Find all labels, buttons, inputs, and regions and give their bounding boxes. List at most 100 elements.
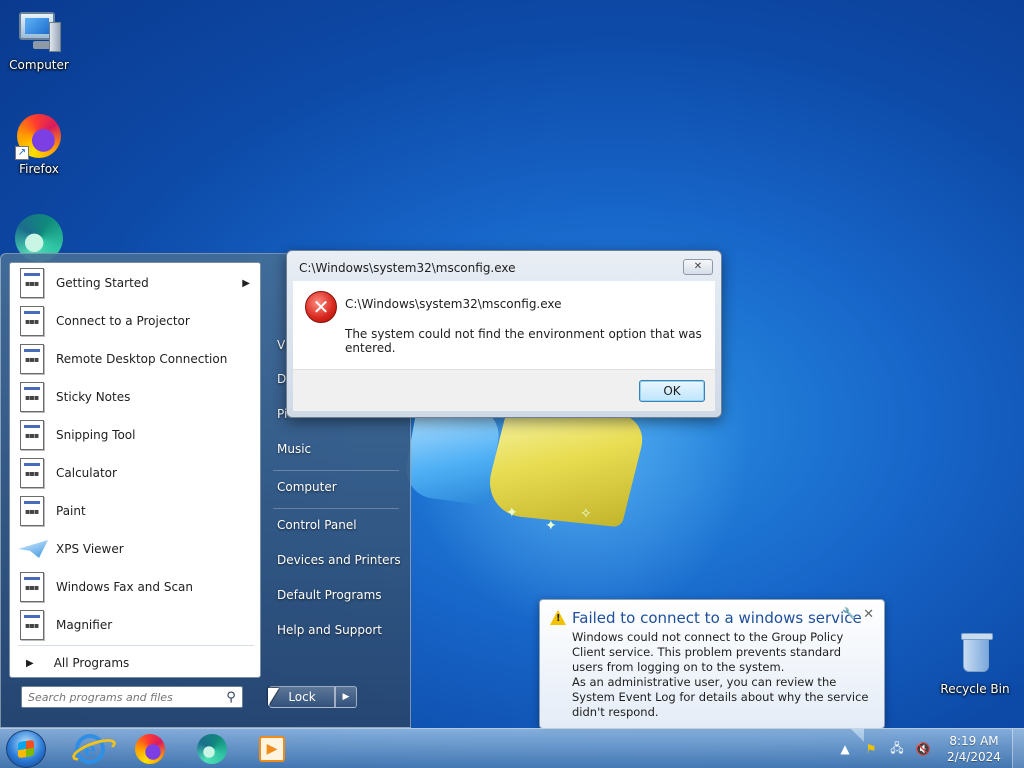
start-item-label: XPS Viewer [56, 542, 124, 556]
dialog-title: C:\Windows\system32\msconfig.exe [299, 261, 516, 275]
all-programs-label: All Programs [53, 656, 130, 670]
ok-button[interactable]: OK [639, 380, 705, 402]
show-desktop-button[interactable] [1012, 729, 1024, 768]
start-item-label: Calculator [56, 466, 117, 480]
taskbar-firefox[interactable] [122, 731, 178, 767]
submenu-arrow-icon: ▶ [242, 277, 250, 289]
start-item-magnifier[interactable]: Magnifier [14, 607, 258, 643]
desktop-icon-computer[interactable]: Computer [1, 8, 77, 72]
triangle-right-icon: ▶ [342, 692, 350, 702]
error-icon: ✕ [305, 291, 337, 323]
start-link-devices-printers[interactable]: Devices and Printers [277, 553, 407, 567]
taskbar: e ▶ ▲ ⚑ 🖧 🔇 8:19 AM 2/4/2024 [0, 728, 1024, 768]
start-button[interactable] [6, 730, 46, 768]
error-dialog: C:\Windows\system32\msconfig.exe ✕ ✕ C:\… [286, 250, 722, 418]
balloon-body: Windows could not connect to the Group P… [572, 630, 872, 720]
triangle-right-icon: ▶ [26, 657, 34, 669]
taskbar-internet-explorer[interactable]: e [62, 731, 118, 767]
app-icon [18, 420, 46, 450]
app-icon [18, 382, 46, 412]
start-item-remote-desktop[interactable]: Remote Desktop Connection [14, 341, 258, 377]
xps-icon [18, 534, 48, 564]
mouse-cursor-icon [268, 688, 279, 706]
wallpaper-sparkle: ✧ [580, 506, 592, 522]
start-item-fax-scan[interactable]: Windows Fax and Scan [14, 569, 258, 605]
start-item-getting-started[interactable]: Getting Started ▶ [14, 265, 258, 301]
balloon-title: Failed to connect to a windows service [572, 609, 862, 627]
taskbar-media-player[interactable]: ▶ [244, 731, 300, 767]
start-link-default-programs[interactable]: Default Programs [277, 588, 407, 602]
divider [18, 645, 254, 646]
app-icon [18, 458, 46, 488]
system-tray: ▲ ⚑ 🖧 🔇 [832, 729, 936, 768]
dialog-body: ✕ C:\Windows\system32\msconfig.exe The s… [293, 281, 715, 369]
wallpaper-sparkle: ✦ [506, 505, 518, 521]
start-item-xps-viewer[interactable]: XPS Viewer [14, 531, 258, 567]
start-search-box[interactable]: ⚲ [21, 686, 243, 708]
start-link-control-panel[interactable]: Control Panel [277, 518, 407, 532]
start-item-snipping-tool[interactable]: Snipping Tool [14, 417, 258, 453]
start-item-label: Paint [56, 504, 86, 518]
edge-icon [197, 734, 227, 764]
desktop-icon-label: Computer [9, 58, 69, 72]
start-item-label: Magnifier [56, 618, 113, 632]
lock-button-label: Lock [288, 690, 316, 704]
notification-balloon[interactable]: ! Failed to connect to a windows service… [539, 599, 885, 742]
desktop-icon-label: Recycle Bin [940, 682, 1010, 696]
app-icon [18, 344, 46, 374]
wrench-icon[interactable]: 🔧 [842, 607, 856, 620]
search-icon: ⚲ [226, 689, 236, 705]
start-item-sticky-notes[interactable]: Sticky Notes [14, 379, 258, 415]
start-item-paint[interactable]: Paint [14, 493, 258, 529]
warning-mark: ! [556, 613, 561, 624]
power-options-button[interactable]: ▶ [335, 686, 357, 708]
app-icon [18, 306, 46, 336]
app-icon [18, 268, 46, 298]
start-link-help-support[interactable]: Help and Support [277, 623, 407, 637]
desktop-icon-label: Firefox [19, 162, 59, 176]
dialog-close-button[interactable]: ✕ [683, 259, 713, 275]
recycle-bin-icon [951, 632, 999, 680]
firefox-icon: ↗ [15, 112, 63, 160]
app-icon [18, 496, 46, 526]
all-programs-button[interactable]: ▶ All Programs [14, 651, 258, 675]
taskbar-edge[interactable] [184, 731, 240, 767]
balloon-close-button[interactable]: ✕ [863, 607, 874, 622]
shortcut-arrow-icon: ↗ [15, 146, 29, 160]
computer-icon [15, 8, 63, 56]
firefox-icon [135, 734, 165, 764]
balloon-text: Windows could not connect to the Group P… [572, 630, 844, 674]
clock-time: 8:19 AM [949, 734, 999, 748]
start-item-label: Sticky Notes [56, 390, 131, 404]
search-input[interactable] [28, 688, 220, 706]
clock[interactable]: 8:19 AM 2/4/2024 [944, 733, 1004, 765]
dialog-footer: OK [293, 369, 715, 411]
balloon-text: As an administrative user, you can revie… [572, 675, 869, 719]
start-item-label: Snipping Tool [56, 428, 136, 442]
start-item-label: Remote Desktop Connection [56, 352, 228, 366]
internet-explorer-icon: e [75, 734, 105, 764]
volume-muted-icon[interactable]: 🔇 [910, 742, 936, 756]
show-hidden-icons-chevron-icon[interactable]: ▲ [832, 742, 858, 756]
network-icon[interactable]: 🖧 [884, 739, 910, 760]
media-player-icon: ▶ [259, 736, 285, 762]
divider [273, 470, 399, 471]
dialog-message: The system could not find the environmen… [345, 327, 702, 355]
start-item-label: Getting Started [56, 276, 149, 290]
wallpaper-sparkle: ✦ [545, 518, 557, 534]
start-link-computer[interactable]: Computer [277, 480, 407, 494]
dialog-path: C:\Windows\system32\msconfig.exe [345, 297, 562, 311]
app-icon [18, 572, 46, 602]
start-item-label: Connect to a Projector [56, 314, 190, 328]
divider [273, 508, 399, 509]
start-item-calculator[interactable]: Calculator [14, 455, 258, 491]
app-icon [18, 610, 46, 640]
desktop-icon-firefox[interactable]: ↗ Firefox [1, 112, 77, 176]
clock-date: 2/4/2024 [947, 750, 1001, 764]
desktop-icon-recycle-bin[interactable]: Recycle Bin [937, 632, 1013, 696]
action-center-icon[interactable]: ⚑ [858, 742, 884, 756]
start-item-label: Windows Fax and Scan [56, 580, 194, 594]
start-menu-programs-panel: Getting Started ▶ Connect to a Projector… [9, 262, 261, 678]
start-link-music[interactable]: Music [277, 442, 407, 456]
start-item-connect-projector[interactable]: Connect to a Projector [14, 303, 258, 339]
